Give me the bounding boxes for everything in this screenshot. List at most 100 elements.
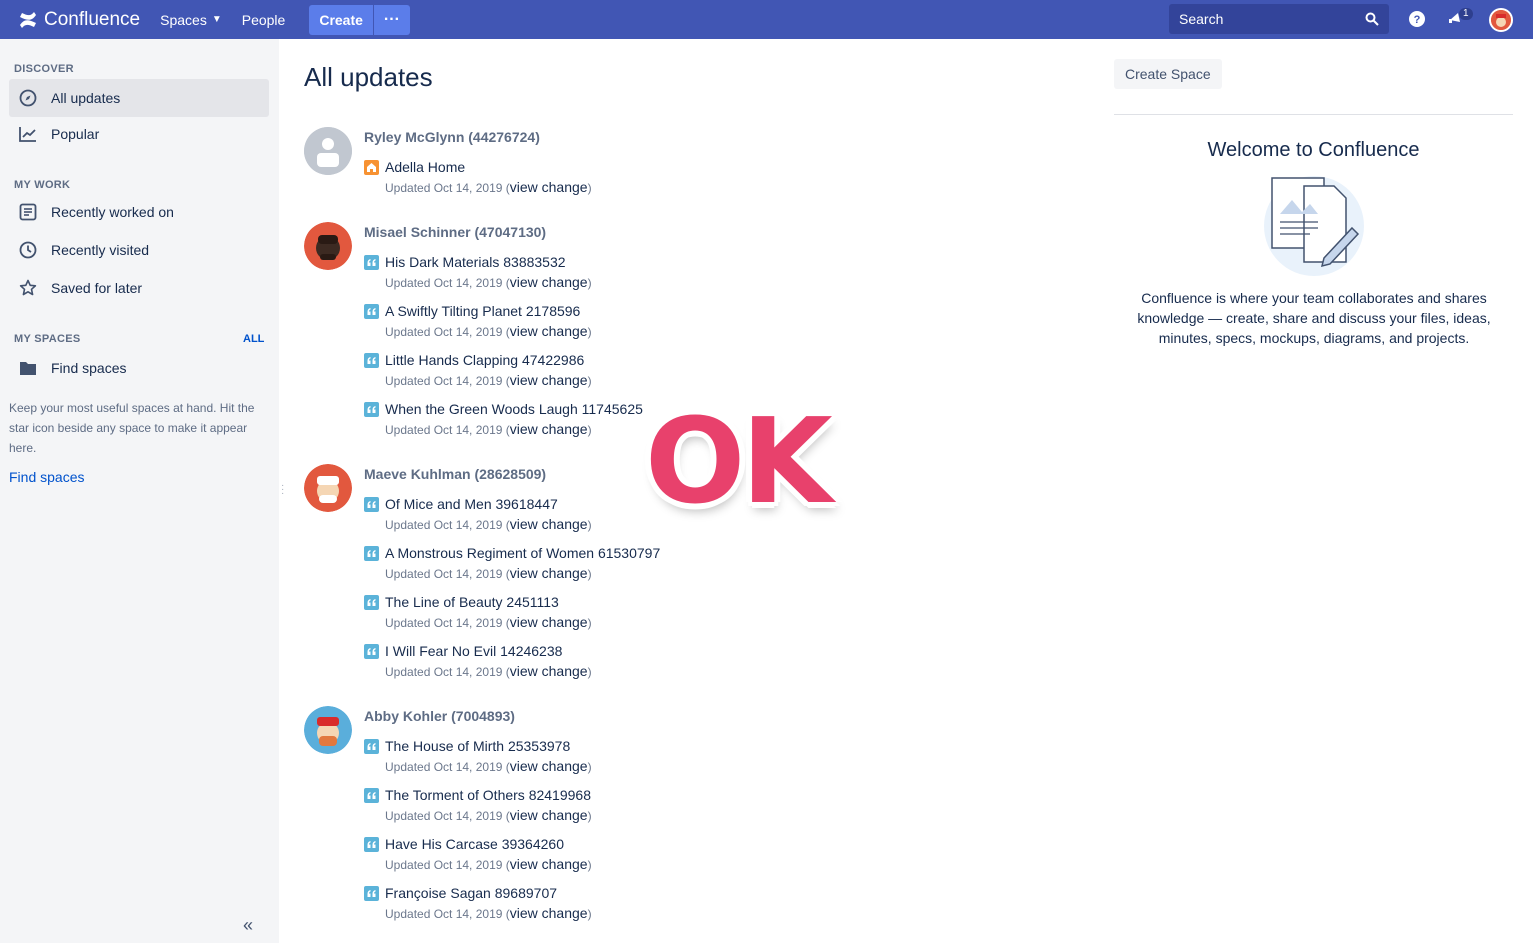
page-link[interactable]: A Swiftly Tilting Planet 2178596 — [364, 302, 592, 320]
blog-post-icon — [364, 836, 379, 852]
update-meta: Updated Oct 14, 2019 (view change) — [385, 758, 592, 774]
sidebar-item-popular[interactable]: Popular — [9, 115, 269, 153]
view-change-link[interactable]: view change — [510, 758, 588, 774]
help-icon[interactable]: ? — [1409, 11, 1425, 27]
spaces-label: Spaces — [160, 11, 207, 28]
blog-post-icon — [364, 738, 379, 754]
user-avatar-image — [304, 706, 352, 754]
compass-icon — [18, 88, 38, 108]
view-change-link[interactable]: view change — [510, 516, 588, 532]
spaces-menu[interactable]: Spaces ▼ — [160, 12, 222, 28]
folder-icon — [18, 358, 38, 378]
user-avatar[interactable] — [1489, 8, 1513, 32]
update-date: Updated Oct 14, 2019 ( — [385, 181, 510, 195]
search-icon — [1365, 12, 1379, 26]
page-link[interactable]: Of Mice and Men 39618447 — [364, 495, 592, 513]
create-space-button[interactable]: Create Space — [1114, 59, 1222, 89]
people-link[interactable]: People — [242, 12, 286, 28]
page-link[interactable]: The House of Mirth 25353978 — [364, 737, 592, 755]
user-name[interactable]: Abby Kohler (7004893) — [364, 708, 515, 724]
welcome-title: Welcome to Confluence — [1207, 139, 1420, 161]
blog-post-icon — [364, 545, 379, 561]
sidebar-item-saved-for-later[interactable]: Saved for later — [9, 269, 269, 307]
avatar[interactable] — [304, 706, 352, 754]
chevron-down-icon: ▼ — [211, 14, 222, 25]
page-link[interactable]: When the Green Woods Laugh 11745625 — [364, 400, 643, 418]
page-link[interactable]: I Will Fear No Evil 14246238 — [364, 642, 592, 660]
sidebar-item-all-updates[interactable]: All updates — [9, 79, 269, 117]
people-label: People — [241, 11, 286, 28]
view-change-link[interactable]: view change — [510, 663, 588, 679]
view-change-link[interactable]: view change — [510, 565, 588, 581]
view-change-link[interactable]: view change — [510, 614, 588, 630]
sidebar-item-label: Find spaces — [51, 360, 127, 376]
meta-suffix: ) — [587, 374, 592, 388]
update-meta: Updated Oct 14, 2019 (view change) — [385, 856, 592, 872]
page-link[interactable]: Adella Home — [364, 158, 592, 176]
page-title-text: Adella Home — [385, 159, 466, 175]
update-meta: Updated Oct 14, 2019 (view change) — [385, 614, 592, 630]
update-meta: Updated Oct 14, 2019 (view change) — [385, 565, 660, 581]
list-item: When the Green Woods Laugh 11745625 Updat… — [364, 400, 643, 437]
page-link[interactable]: The Line of Beauty 2451113 — [364, 593, 592, 611]
user-avatar-image — [304, 464, 352, 512]
meta-suffix: ) — [587, 518, 592, 532]
sidebar-item-recently-visited[interactable]: Recently visited — [9, 231, 269, 269]
list-item: Adella Home Updated Oct 14, 2019 (view c… — [364, 158, 592, 195]
page-link[interactable]: Little Hands Clapping 47422986 — [364, 351, 592, 369]
my-spaces-heading: MY SPACES — [14, 333, 81, 345]
avatar[interactable] — [304, 464, 352, 512]
user-name[interactable]: Ryley McGlynn (44276724) — [364, 129, 540, 145]
update-date: Updated Oct 14, 2019 ( — [385, 518, 510, 532]
meta-suffix: ) — [587, 276, 592, 290]
blog-post-icon — [364, 787, 379, 803]
avatar[interactable] — [304, 222, 352, 270]
create-button[interactable]: Create — [309, 4, 373, 35]
page-link[interactable]: Françoise Sagan 89689707 — [364, 884, 592, 902]
default-avatar-icon — [304, 127, 352, 175]
view-change-link[interactable]: view change — [510, 372, 588, 388]
update-date: Updated Oct 14, 2019 ( — [385, 858, 510, 872]
page-link[interactable]: His Dark Materials 83883532 — [364, 253, 592, 271]
page-title-text: I Will Fear No Evil 14246238 — [385, 643, 563, 659]
my-work-heading: MY WORK — [14, 179, 71, 191]
confluence-logo[interactable]: Confluence — [18, 9, 140, 31]
user-name[interactable]: Misael Schinner (47047130) — [364, 224, 546, 240]
list-item: The Torment of Others 82419968 Updated Oc… — [364, 786, 592, 823]
page-title-text: The Line of Beauty 2451113 — [385, 594, 559, 610]
user-name[interactable]: Maeve Kuhlman (28628509) — [364, 466, 546, 482]
page-title-text: The House of Mirth 25353978 — [385, 738, 571, 754]
view-change-link[interactable]: view change — [510, 905, 588, 921]
update-meta: Updated Oct 14, 2019 (view change) — [385, 421, 643, 437]
page-link[interactable]: The Torment of Others 82419968 — [364, 786, 592, 804]
all-spaces-link[interactable]: ALL — [243, 333, 264, 345]
page-title: All updates — [304, 62, 433, 92]
update-meta: Updated Oct 14, 2019 (view change) — [385, 274, 592, 290]
collapse-sidebar-icon[interactable]: « — [243, 915, 253, 936]
view-change-link[interactable]: view change — [510, 421, 588, 437]
page-link[interactable]: Have His Carcase 39364260 — [364, 835, 592, 853]
blog-post-icon — [364, 643, 379, 659]
more-create-button[interactable]: ··· — [373, 4, 410, 35]
search-input[interactable]: Search — [1169, 4, 1389, 34]
sidebar-item-recently-worked-on[interactable]: Recently worked on — [9, 193, 269, 231]
sidebar-resize-handle[interactable]: · · · — [281, 481, 284, 499]
sidebar-item-label: Recently worked on — [51, 204, 174, 220]
view-change-link[interactable]: view change — [510, 323, 588, 339]
update-date: Updated Oct 14, 2019 ( — [385, 665, 510, 679]
update-date: Updated Oct 14, 2019 ( — [385, 374, 510, 388]
more-icon: ··· — [383, 10, 400, 28]
page-link[interactable]: A Monstrous Regiment of Women 61530797 — [364, 544, 660, 562]
find-spaces-link[interactable]: Find spaces — [9, 469, 84, 485]
sidebar-item-find-spaces[interactable]: Find spaces — [9, 349, 269, 387]
view-change-link[interactable]: view change — [510, 274, 588, 290]
page-title-text: Françoise Sagan 89689707 — [385, 885, 558, 901]
update-date: Updated Oct 14, 2019 ( — [385, 325, 510, 339]
view-change-link[interactable]: view change — [510, 856, 588, 872]
update-date: Updated Oct 14, 2019 ( — [385, 760, 510, 774]
view-change-link[interactable]: view change — [510, 807, 588, 823]
list-item: Little Hands Clapping 47422986 Updated Oc… — [364, 351, 592, 388]
list-item: The House of Mirth 25353978 Updated Oct 1… — [364, 737, 592, 774]
view-change-link[interactable]: view change — [510, 179, 588, 195]
avatar[interactable] — [304, 127, 352, 175]
